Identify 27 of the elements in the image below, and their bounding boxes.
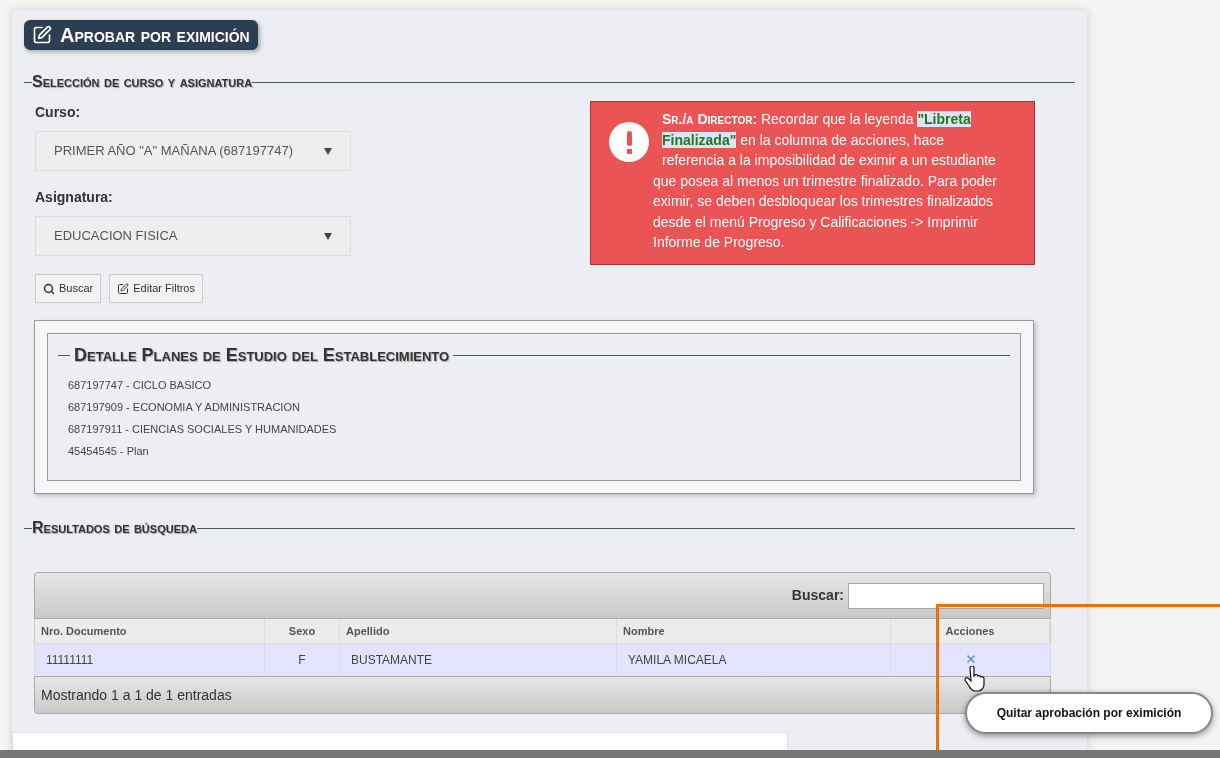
page-title: Aprobar por eximición (24, 20, 258, 50)
field-label: Asignatura: (35, 188, 114, 207)
select-field[interactable]: EDUCACION FISICA (35, 216, 351, 256)
search-label: Buscar: (791, 586, 844, 605)
tooltip: Quitar aprobación por eximición (965, 692, 1213, 734)
search-button[interactable]: Buscar (35, 274, 102, 303)
caret-icon (324, 232, 332, 240)
remove-icon[interactable] (964, 653, 977, 665)
field-label: Curso: (35, 103, 82, 122)
search-icon (43, 282, 55, 295)
hand-cursor-icon (964, 666, 986, 692)
exclamation-icon (609, 122, 649, 162)
edit-icon (32, 25, 52, 45)
alert-message: Sr./a Director: Recordar que la leyenda "Libreta Finalizada" en la columna de acciones, hace referencia a la imposibilidad de eximir a un estudiante que posea al menos un trimestre finalizado. Para poder eximir, se deben desbloquear los trimestres finalizados desde el menú Progreso y Calificaciones -> Imprimir Informe de Progreso. (652, 110, 998, 252)
plan-item: 687197911 - CIENCIAS SOCIALES Y HUMANIDADES (68, 422, 338, 437)
plan-item: 45454545 - Plan (68, 444, 150, 459)
section-legend: Detalle Planes de Estudio del Establecimiento (70, 342, 454, 369)
table-search-field[interactable] (848, 582, 1044, 609)
section-legend: Resultados de búsqueda (32, 516, 197, 540)
select-field[interactable]: PRIMER AÑO "A" MAÑANA (687197747) (35, 131, 351, 171)
plan-item: 687197747 - CICLO BASICO (68, 378, 213, 393)
plan-item: 687197909 - ECONOMIA Y ADMINISTRACION (68, 400, 301, 415)
table-info: Mostrando 1 a 1 de 1 entradas (41, 685, 232, 705)
section-legend: Selección de curso y asignatura (32, 70, 253, 94)
edit-filters-button[interactable]: Editar Filtros (109, 274, 203, 303)
edit-icon (117, 282, 130, 295)
caret-icon (324, 147, 332, 155)
